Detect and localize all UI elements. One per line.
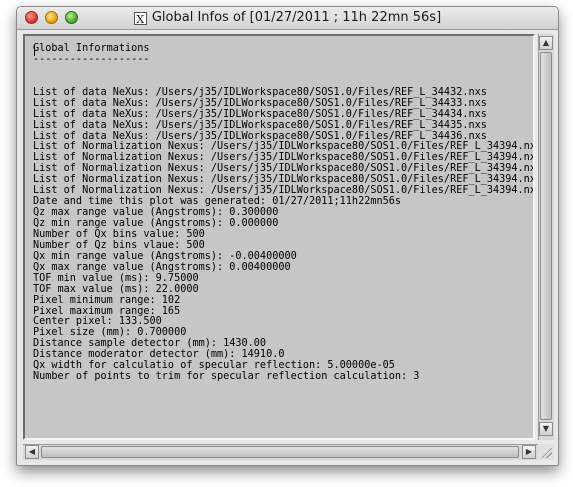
horizontal-scrollbar[interactable]: ◀ ▶	[23, 444, 538, 460]
scroll-right-arrow-icon[interactable]: ▶	[522, 445, 536, 459]
vertical-scrollbar[interactable]: ▲ ▼	[538, 34, 554, 440]
info-text-line: Number of points to trim for specular re…	[33, 371, 420, 383]
resize-grip-icon[interactable]	[542, 448, 552, 458]
info-text-line: TOF max value (ms): 22.0000	[33, 283, 199, 295]
global-infos-window: X Global Infos of [01/27/2011 ; 11h 22mn …	[16, 6, 559, 466]
scroll-up-arrow-icon[interactable]: ▲	[539, 36, 553, 50]
info-text-content: Global Informations ------------------- Li…	[33, 43, 533, 383]
horizontal-scroll-thumb[interactable]	[41, 446, 519, 458]
info-text-line: TOF min value (ms): 9.75000	[33, 272, 199, 284]
x11-icon: X	[133, 12, 147, 26]
window-title-group: X Global Infos of [01/27/2011 ; 11h 22mn …	[17, 10, 558, 26]
resize-corner[interactable]	[538, 444, 554, 460]
info-text-line	[33, 66, 533, 77]
scroll-left-arrow-icon[interactable]: ◀	[25, 445, 39, 459]
info-text-line: List of data NeXus: /Users/j35/IDLWorksp…	[33, 108, 487, 120]
title-bar[interactable]: X Global Infos of [01/27/2011 ; 11h 22mn …	[17, 7, 558, 30]
info-text-line: List of data NeXus: /Users/j35/IDLWorksp…	[33, 97, 487, 109]
info-text-line: -------------------	[33, 53, 150, 65]
info-text-line: List of data NeXus: /Users/j35/IDLWorksp…	[33, 119, 487, 131]
scroll-down-arrow-icon[interactable]: ▼	[539, 422, 553, 436]
vertical-scroll-thumb[interactable]	[540, 52, 552, 420]
info-text-area[interactable]: Global Informations ------------------- Li…	[23, 34, 535, 440]
window-title: Global Infos of [01/27/2011 ; 11h 22mn 5…	[151, 10, 442, 25]
info-text-line: Pixel minimum range: 102	[33, 294, 181, 306]
